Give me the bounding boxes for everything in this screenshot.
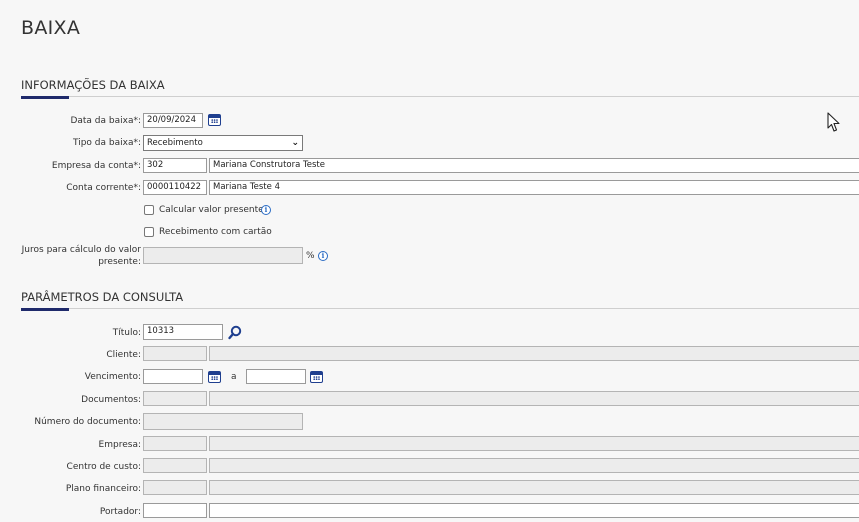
section-accent-bar — [21, 96, 69, 99]
calendar-icon[interactable] — [208, 371, 221, 383]
cliente-code-input[interactable] — [143, 346, 207, 361]
calcular-valor-presente-label: Calcular valor presente — [159, 205, 264, 215]
titulo-input[interactable]: 10313 — [143, 324, 223, 340]
empresa-conta-code-input[interactable]: 302 — [143, 158, 207, 173]
vencimento-label: Vencimento: — [84, 372, 141, 382]
plano-financeiro-code-input[interactable] — [143, 480, 207, 495]
empresa-label: Empresa: — [98, 440, 141, 450]
tipo-baixa-label: Tipo da baixa*: — [73, 138, 141, 148]
centro-custo-label: Centro de custo: — [66, 462, 141, 472]
info-section-title: INFORMAÇÕES DA BAIXA — [21, 78, 165, 92]
centro-custo-name-input[interactable] — [209, 458, 859, 473]
info-icon[interactable]: i — [261, 205, 271, 215]
titulo-label: Título: — [112, 328, 141, 338]
search-icon[interactable] — [227, 324, 243, 340]
cliente-label: Cliente: — [106, 350, 141, 360]
conta-corrente-label: Conta corrente*: — [66, 183, 141, 193]
tipo-baixa-select[interactable]: Recebimento ⌄ — [143, 135, 303, 151]
info-icon[interactable]: i — [318, 251, 328, 261]
page-title: BAIXA — [21, 17, 81, 39]
chevron-down-icon: ⌄ — [291, 138, 299, 148]
section-divider — [21, 96, 859, 97]
recebimento-cartao-label: Recebimento com cartão — [159, 227, 272, 237]
documentos-label: Documentos: — [81, 395, 141, 405]
tipo-baixa-value: Recebimento — [147, 138, 203, 148]
vencimento-separator: a — [231, 372, 237, 382]
section-divider — [21, 308, 859, 309]
numero-documento-input[interactable] — [143, 413, 303, 430]
plano-financeiro-label: Plano financeiro: — [65, 484, 141, 494]
calendar-icon[interactable] — [310, 371, 323, 383]
portador-name-input[interactable] — [209, 503, 859, 518]
data-baixa-label: Data da baixa*: — [70, 116, 141, 126]
data-baixa-input[interactable]: 20/09/2024 — [143, 113, 203, 128]
query-section-title: PARÂMETROS DA CONSULTA — [21, 290, 184, 304]
conta-corrente-code-input[interactable]: 0000110422 — [143, 180, 207, 195]
documentos-name-input[interactable] — [209, 391, 859, 406]
empresa-code-input[interactable] — [143, 436, 207, 451]
vencimento-start-input[interactable] — [143, 369, 203, 384]
juros-label-line2: presente: — [98, 257, 141, 267]
vencimento-end-input[interactable] — [246, 369, 306, 384]
empresa-conta-label: Empresa da conta*: — [51, 161, 141, 171]
section-accent-bar — [21, 308, 69, 311]
centro-custo-code-input[interactable] — [143, 458, 207, 473]
portador-code-input[interactable] — [143, 503, 207, 518]
portador-label: Portador: — [99, 507, 141, 517]
juros-unit: % — [306, 251, 315, 261]
conta-corrente-name-input[interactable]: Mariana Teste 4 — [209, 180, 859, 195]
empresa-name-input[interactable] — [209, 436, 859, 451]
juros-input[interactable] — [143, 247, 303, 264]
plano-financeiro-name-input[interactable] — [209, 480, 859, 495]
juros-label-line1: Juros para cálculo do valor — [21, 245, 141, 255]
empresa-conta-name-input[interactable]: Mariana Construtora Teste — [209, 158, 859, 173]
numero-documento-label: Número do documento: — [34, 417, 141, 427]
calcular-valor-presente-checkbox[interactable] — [144, 205, 154, 215]
calendar-icon[interactable] — [208, 114, 221, 126]
recebimento-cartao-checkbox[interactable] — [144, 227, 154, 237]
documentos-code-input[interactable] — [143, 391, 207, 406]
cliente-name-input[interactable] — [209, 346, 859, 361]
mouse-cursor-icon — [827, 112, 840, 132]
